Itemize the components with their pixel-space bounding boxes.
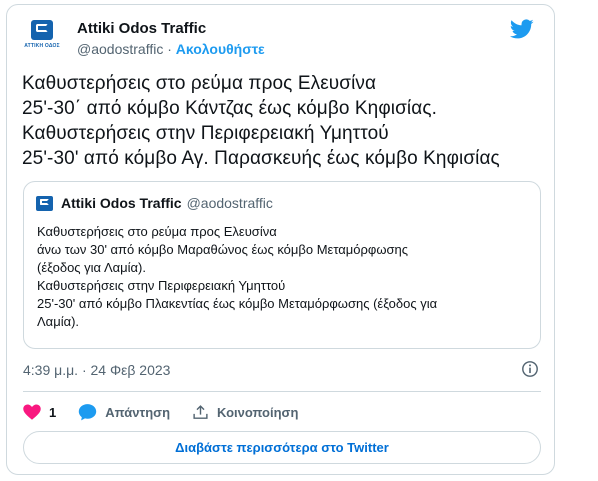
attiki-odos-logo-icon xyxy=(31,20,53,40)
author-handle-line: @aodostraffic · Ακολουθήστε xyxy=(77,41,265,57)
quoted-tweet-header: Attiki Odos Traffic @aodostraffic xyxy=(36,194,273,212)
action-bar: 1 Απάντηση Κοινοποίηση xyxy=(23,400,320,424)
share-label: Κοινοποίηση xyxy=(217,404,299,420)
like-count: 1 xyxy=(49,404,57,420)
tweet-card: ΑΤΤΙΚΗ ΟΔΟΣ Attiki Odos Traffic @aodostr… xyxy=(6,4,555,475)
author-name[interactable]: Attiki Odos Traffic xyxy=(77,20,206,37)
follow-link[interactable]: Ακολουθήστε xyxy=(176,41,265,57)
heart-icon xyxy=(23,404,41,420)
tweet-header: ΑΤΤΙΚΗ ΟΔΟΣ Attiki Odos Traffic @aodostr… xyxy=(23,15,538,59)
read-more-button[interactable]: Διαβάστε περισσότερα στο Twitter xyxy=(23,431,541,464)
quoted-tweet[interactable]: Attiki Odos Traffic @aodostraffic Καθυστ… xyxy=(23,181,541,349)
reply-label: Απάντηση xyxy=(105,404,171,420)
author-handle[interactable]: @aodostraffic xyxy=(77,41,163,57)
quoted-tweet-text: Καθυστερήσεις στο ρεύμα προς Ελευσίνα άν… xyxy=(37,224,438,329)
tweet-timestamp[interactable]: 4:39 μ.μ. · 24 Φεβ 2023 xyxy=(23,362,170,378)
quoted-author-handle: @aodostraffic xyxy=(186,195,273,211)
quoted-avatar-icon xyxy=(36,195,53,211)
divider xyxy=(23,391,541,392)
reply-bubble-icon xyxy=(79,404,97,421)
info-icon[interactable] xyxy=(521,360,539,378)
handle-separator: · xyxy=(163,41,176,57)
twitter-bird-icon[interactable] xyxy=(510,17,534,41)
share-button[interactable]: Κοινοποίηση xyxy=(192,404,298,421)
share-icon xyxy=(193,404,208,419)
author-avatar[interactable]: ΑΤΤΙΚΗ ΟΔΟΣ xyxy=(23,17,61,55)
avatar-brand-text: ΑΤΤΙΚΗ ΟΔΟΣ xyxy=(24,43,60,49)
reply-button[interactable]: Απάντηση xyxy=(78,403,170,421)
tweet-text: Καθυστερήσεις στο ρεύμα προς Ελευσίνα 25… xyxy=(22,73,500,169)
timestamp-row: 4:39 μ.μ. · 24 Φεβ 2023 xyxy=(23,360,541,380)
quoted-author-name: Attiki Odos Traffic xyxy=(61,195,182,211)
like-button[interactable]: 1 xyxy=(23,404,56,420)
